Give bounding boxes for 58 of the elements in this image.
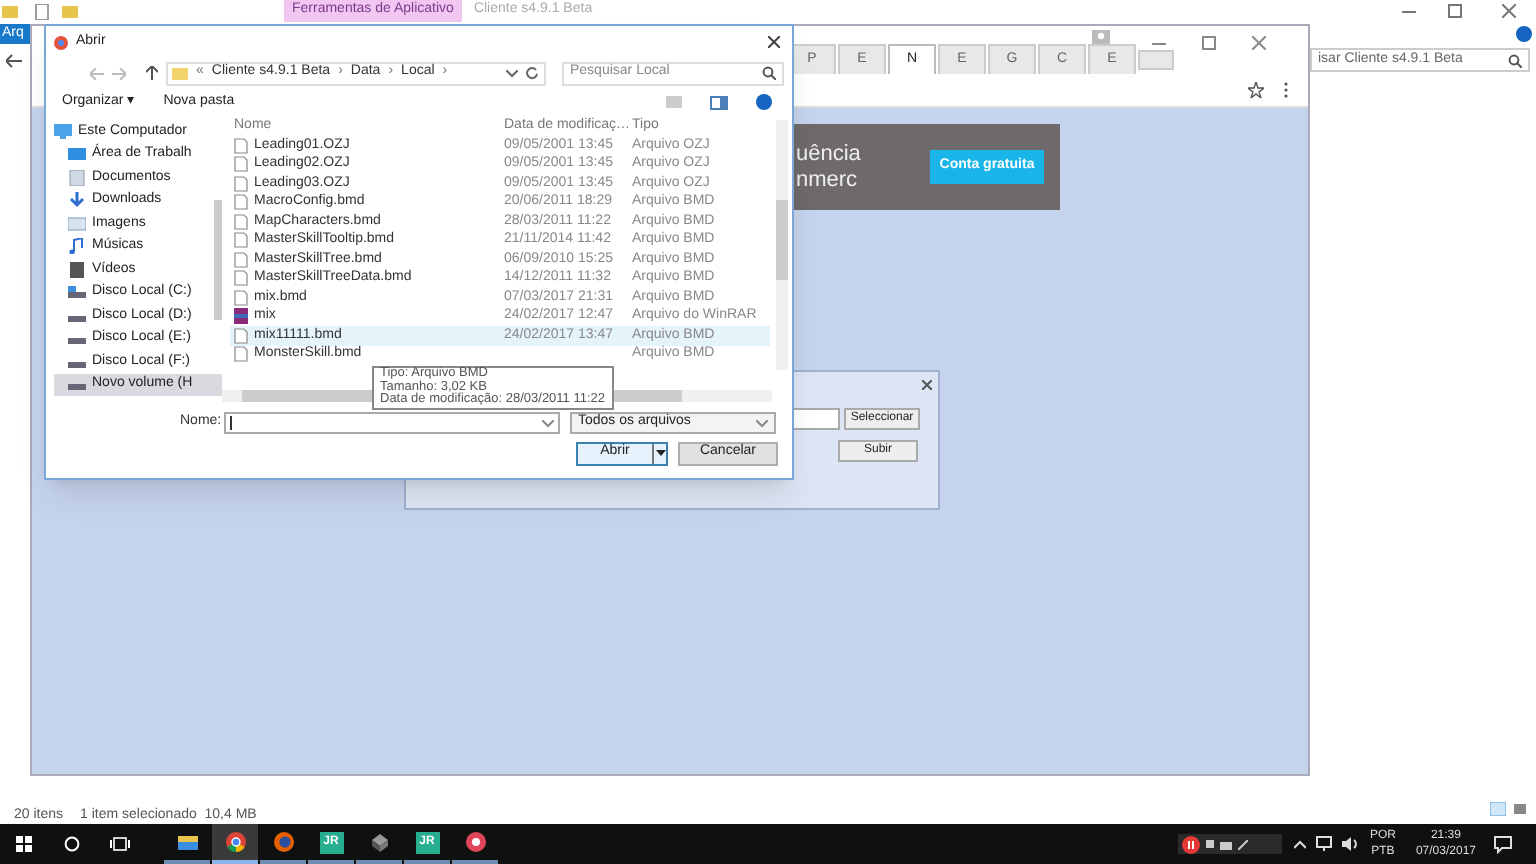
stop-icon [1205, 840, 1214, 848]
caret-down-icon [655, 450, 665, 456]
chevron-down-icon [506, 69, 518, 77]
folder-icon [2, 3, 18, 19]
camera-icon [1219, 839, 1232, 849]
chevron-down-icon [542, 419, 554, 427]
drive-icon [68, 284, 86, 301]
refresh-icon [526, 66, 540, 80]
desktop-icon [68, 146, 86, 163]
music-note-icon [68, 238, 86, 255]
scrollbar-thumb[interactable] [214, 200, 222, 320]
forward-arrow-icon [112, 67, 126, 79]
taskbar-app[interactable] [212, 824, 258, 864]
picture-icon [68, 215, 86, 232]
notifications-icon [1494, 835, 1512, 853]
ad-text: uência [796, 141, 863, 167]
document-icon [68, 169, 86, 186]
speaker-icon [1341, 836, 1358, 852]
archive-icon [234, 308, 248, 325]
circle-icon [64, 836, 80, 852]
search-icon [1508, 53, 1522, 67]
maximize-icon [1448, 4, 1462, 18]
file-name-field[interactable] [224, 412, 560, 434]
film-icon [68, 261, 86, 278]
details-view-icon [1490, 802, 1506, 816]
computer-icon [54, 123, 72, 140]
chevron-up-icon [1293, 839, 1306, 849]
back-arrow-icon [90, 67, 104, 79]
preview-pane-icon [710, 95, 728, 109]
pen-icon [1237, 839, 1248, 849]
close-icon [1252, 36, 1266, 50]
gear-box-icon [369, 832, 389, 852]
star-icon [1248, 82, 1264, 98]
windows-logo-icon [16, 836, 32, 852]
chrome-logo-icon [225, 832, 245, 852]
folder-icon [177, 832, 197, 852]
task-view-icon [110, 836, 130, 852]
search-icon [762, 66, 776, 80]
file-path-field[interactable] [792, 408, 840, 430]
download-icon [68, 192, 86, 209]
tiles-view-icon [1514, 802, 1526, 816]
record-icon [1181, 835, 1200, 853]
ad-text: nmerc [796, 167, 860, 193]
scrollbar-thumb[interactable] [776, 200, 788, 280]
maximize-icon [1202, 36, 1216, 50]
close-icon [922, 380, 932, 390]
up-arrow-icon [146, 66, 158, 80]
network-icon [1315, 836, 1332, 852]
app-logo-icon [465, 832, 485, 852]
folder-icon [62, 3, 78, 19]
close-icon [1502, 4, 1516, 18]
folder-icon [172, 65, 188, 81]
chevron-down-icon [756, 419, 768, 427]
app-icon [54, 35, 68, 49]
firefox-logo-icon [273, 832, 293, 852]
back-arrow-icon [6, 54, 22, 68]
view-options-icon [666, 96, 682, 108]
close-icon [768, 36, 780, 48]
